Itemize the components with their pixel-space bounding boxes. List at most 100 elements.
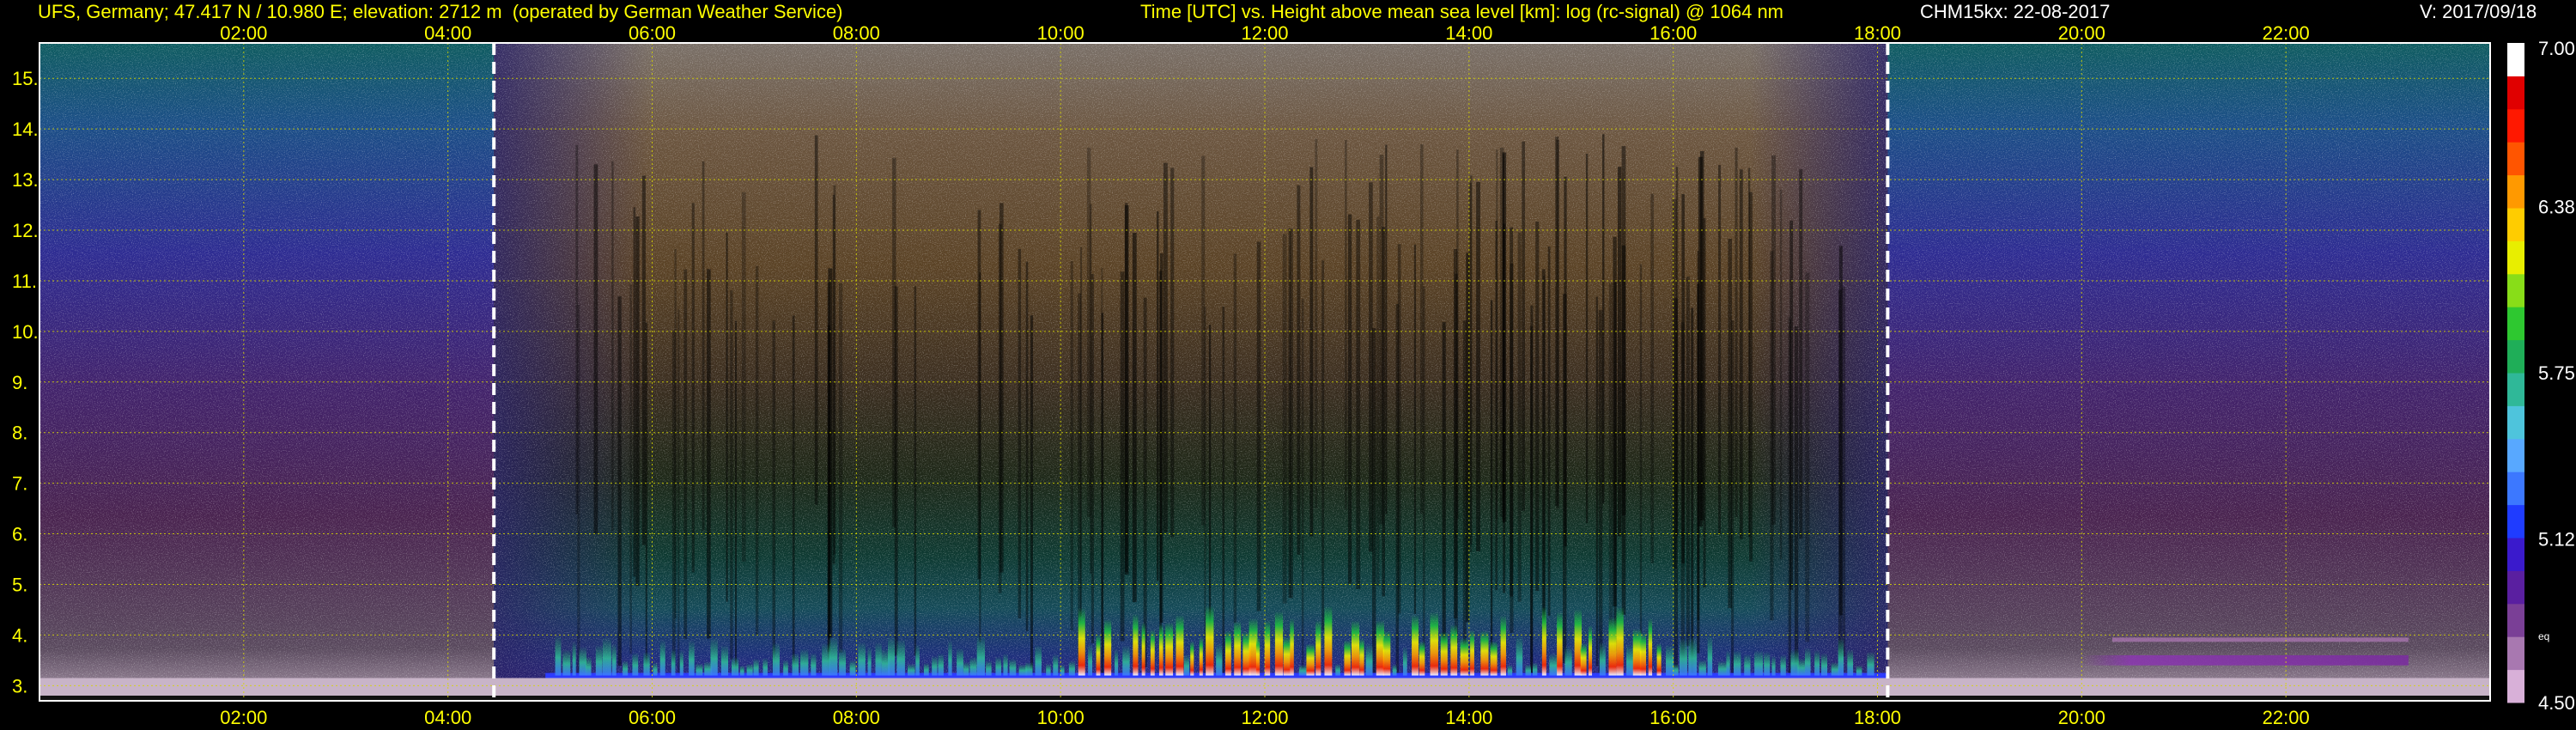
plume (1430, 611, 1438, 676)
colorbar-tick-label: 5.12 (2538, 529, 2575, 551)
plume (1234, 621, 1242, 676)
plume (957, 648, 963, 676)
signal-streak (1686, 277, 1690, 647)
plume (1780, 654, 1786, 676)
y-tick-label: 15. (12, 68, 39, 89)
plume (1264, 620, 1271, 676)
x-tick-label-top: 04:00 (424, 22, 471, 44)
x-axis-ticks-bottom: 02:00 04:00 06:00 08:00 10:00 12:00 14:00 16:00… (220, 707, 2309, 728)
plume (572, 641, 576, 676)
y-tick-label: 11. (12, 271, 37, 292)
plume (1805, 648, 1811, 676)
plume (938, 653, 944, 676)
plume (792, 653, 799, 676)
plume (969, 656, 977, 676)
plume (1183, 654, 1190, 676)
plume (1688, 636, 1698, 676)
colorbar-swatch (2507, 339, 2524, 374)
colorbar-swatch (2507, 669, 2524, 703)
signal-streak (914, 286, 917, 656)
plume (1754, 650, 1764, 676)
plume (875, 642, 882, 676)
x-tick-label-bottom: 04:00 (424, 707, 471, 728)
plume (1797, 658, 1806, 676)
plume (1122, 645, 1130, 676)
signal-streak (707, 269, 711, 639)
plume (739, 665, 744, 676)
plume (1525, 664, 1532, 676)
signal-streak (1650, 193, 1654, 563)
signal-streak (1309, 167, 1314, 537)
plume (867, 647, 872, 676)
x-axis-ticks-top: 02:00 04:00 06:00 08:00 10:00 12:00 14:00 16:00… (220, 22, 2309, 44)
plume (1315, 620, 1321, 676)
signal-streak (635, 216, 640, 587)
plume (1460, 637, 1468, 676)
plume (1580, 642, 1587, 676)
plume (1564, 646, 1572, 676)
plume (643, 651, 650, 676)
plume (732, 657, 739, 676)
plume (1726, 650, 1730, 676)
signal-streak (1595, 296, 1598, 666)
signal-streak (1585, 154, 1589, 524)
plume (1733, 649, 1741, 676)
plume (1490, 641, 1498, 676)
signal-streak (1530, 305, 1534, 675)
colorbar-swatch (2507, 405, 2524, 440)
plume (762, 658, 768, 676)
plume (1298, 665, 1308, 676)
plume (1440, 631, 1448, 676)
signal-streak (633, 207, 636, 577)
plume (1470, 630, 1474, 676)
plume (1419, 641, 1425, 676)
plume (696, 663, 703, 676)
signal-streak (1805, 272, 1810, 642)
plume (1557, 611, 1563, 676)
signal-streak (827, 282, 830, 652)
plume (1599, 642, 1606, 676)
signal-streak (641, 175, 646, 545)
plume (822, 642, 830, 676)
signal-streak (1369, 182, 1373, 552)
signal-streak (1621, 245, 1626, 615)
signal-streak (1718, 165, 1722, 535)
x-tick-label-bottom: 08:00 (833, 707, 880, 728)
plume (555, 635, 562, 676)
plume (1133, 613, 1139, 676)
colorbar-tick-label: 7.00 (2538, 38, 2575, 59)
plume (858, 642, 866, 676)
signal-streak (1315, 138, 1318, 508)
signal-streak (1608, 283, 1613, 653)
signal-streak (1018, 248, 1022, 619)
plume (1480, 630, 1489, 676)
plume (1867, 651, 1874, 676)
x-tick-label-top: 02:00 (220, 22, 267, 44)
plume (1088, 644, 1093, 676)
plume (753, 658, 759, 676)
plume (1344, 640, 1351, 676)
plume (1500, 615, 1506, 676)
signal-streak (832, 194, 835, 564)
signal-streak (1120, 271, 1125, 642)
x-tick-label-top: 18:00 (1854, 22, 1901, 44)
y-axis-ticks: 3. 4. 5. 6. 7. 8. 9. 10. 11. 12. 13. 14. 15. (12, 68, 39, 697)
plume (829, 636, 838, 676)
colorbar-unit-label: eq (2538, 630, 2549, 642)
signal-streak (1379, 155, 1384, 525)
x-tick-label-top: 20:00 (2058, 22, 2105, 44)
plume (1176, 615, 1184, 676)
y-tick-label: 10. (12, 321, 39, 343)
signal-streak (683, 269, 688, 639)
signal-streak (1788, 316, 1790, 686)
signal-streak (1025, 261, 1029, 631)
plume (896, 639, 905, 676)
plume (986, 660, 992, 676)
signal-streak (1735, 147, 1738, 517)
plume (1150, 629, 1155, 676)
y-tick-label: 8. (12, 423, 27, 444)
signal-streak (1090, 204, 1092, 574)
signal-streak (1157, 211, 1159, 581)
signal-streak (1282, 234, 1287, 604)
plume (1283, 636, 1291, 676)
